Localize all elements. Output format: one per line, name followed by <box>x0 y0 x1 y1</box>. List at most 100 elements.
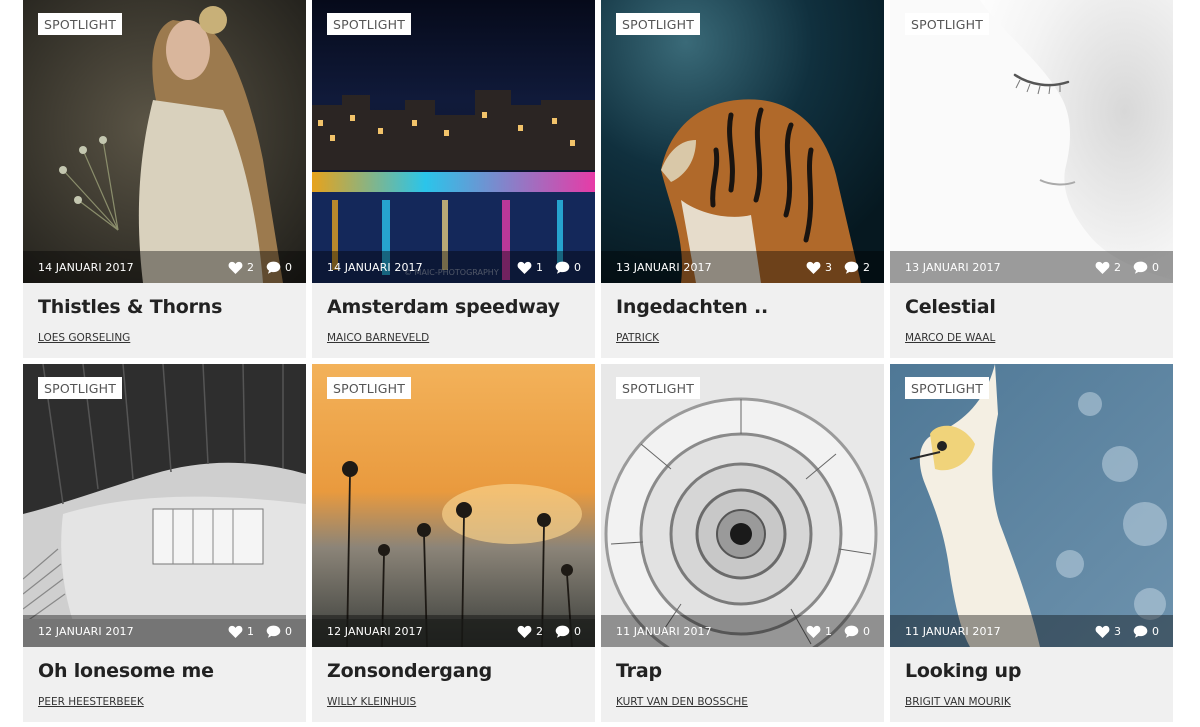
photo-thumbnail[interactable]: SPOTLIGHT 13 JANUARI 2017 3 2 <box>601 0 884 283</box>
photo-date: 12 JANUARI 2017 <box>327 624 423 638</box>
heart-icon <box>228 625 243 638</box>
spotlight-badge: SPOTLIGHT <box>38 377 123 399</box>
comment-bubble-icon <box>266 261 281 274</box>
photo-title[interactable]: Amsterdam speedway <box>327 296 560 318</box>
spotlight-badge: SPOTLIGHT <box>616 377 701 399</box>
like-count: 1 <box>247 624 254 638</box>
photo-thumbnail[interactable]: SPOTLIGHT 14 JANUARI 2017 2 0 <box>23 0 306 283</box>
photo-author-link[interactable]: WILLY KLEINHUIS <box>327 696 416 708</box>
spotlight-grid: SPOTLIGHT 14 JANUARI 2017 2 0 Thistles &… <box>23 0 1173 722</box>
photo-author-link[interactable]: PEER HEESTERBEEK <box>38 696 144 708</box>
comment-count: 0 <box>285 624 292 638</box>
photo-author-link[interactable]: MARCO DE WAAL <box>905 332 995 344</box>
like-count: 2 <box>536 624 543 638</box>
comment-count: 2 <box>863 260 870 274</box>
like-button[interactable]: 3 <box>806 261 832 274</box>
photo-author-link[interactable]: MAICO BARNEVELD <box>327 332 429 344</box>
photo-author-link[interactable]: KURT VAN DEN BOSSCHE <box>616 696 748 708</box>
comment-bubble-icon <box>844 261 859 274</box>
photo-date: 14 JANUARI 2017 <box>327 260 423 274</box>
comment-button[interactable]: 0 <box>555 261 581 274</box>
comment-bubble-icon <box>266 625 281 638</box>
heart-icon <box>517 625 532 638</box>
heart-icon <box>228 261 243 274</box>
spotlight-badge: SPOTLIGHT <box>905 13 990 35</box>
like-button[interactable]: 1 <box>517 261 543 274</box>
like-button[interactable]: 2 <box>517 625 543 638</box>
photo-card[interactable]: SPOTLIGHT 13 JANUARI 2017 3 2 Ingedachte… <box>601 0 884 358</box>
photo-card[interactable]: SPOTLIGHT 12 JANUARI 2017 1 0 Oh lonesom… <box>23 364 306 722</box>
photo-image <box>601 364 884 647</box>
photo-title[interactable]: Thistles & Thorns <box>38 296 222 318</box>
heart-icon <box>806 625 821 638</box>
like-count: 3 <box>1114 624 1121 638</box>
photo-image <box>312 0 595 283</box>
comment-button[interactable]: 0 <box>1133 625 1159 638</box>
like-button[interactable]: 3 <box>1095 625 1121 638</box>
like-count: 1 <box>536 260 543 274</box>
like-button[interactable]: 1 <box>228 625 254 638</box>
photo-thumbnail[interactable]: SPOTLIGHT 11 JANUARI 2017 3 0 <box>890 364 1173 647</box>
comment-button[interactable]: 0 <box>266 261 292 274</box>
photo-meta-bar: 11 JANUARI 2017 1 0 <box>601 615 884 647</box>
photo-author-link[interactable]: LOES GORSELING <box>38 332 130 344</box>
comment-button[interactable]: 0 <box>844 625 870 638</box>
photo-card[interactable]: SPOTLIGHT 14 JANUARI 2017 2 0 Thistles &… <box>23 0 306 358</box>
photo-card[interactable]: SPOTLIGHT 11 JANUARI 2017 1 0 Trap KURT … <box>601 364 884 722</box>
comment-count: 0 <box>574 624 581 638</box>
photo-thumbnail[interactable]: SPOTLIGHT 12 JANUARI 2017 2 0 <box>312 364 595 647</box>
photo-image <box>601 0 884 283</box>
comment-count: 0 <box>285 260 292 274</box>
photo-thumbnail[interactable]: SPOTLIGHT 12 JANUARI 2017 1 0 <box>23 364 306 647</box>
photo-meta-bar: 13 JANUARI 2017 2 0 <box>890 251 1173 283</box>
heart-icon <box>1095 625 1110 638</box>
photo-card[interactable]: SPOTLIGHT 13 JANUARI 2017 2 0 Celestial … <box>890 0 1173 358</box>
photo-date: 11 JANUARI 2017 <box>905 624 1001 638</box>
photo-author-link[interactable]: PATRICK <box>616 332 659 344</box>
like-count: 3 <box>825 260 832 274</box>
photo-date: 12 JANUARI 2017 <box>38 624 134 638</box>
photo-meta-bar: 11 JANUARI 2017 3 0 <box>890 615 1173 647</box>
comment-bubble-icon <box>555 625 570 638</box>
photo-date: 14 JANUARI 2017 <box>38 260 134 274</box>
comment-bubble-icon <box>555 261 570 274</box>
photo-thumbnail[interactable]: SPOTLIGHT 11 JANUARI 2017 1 0 <box>601 364 884 647</box>
photo-card[interactable]: © MAIC-PHOTOGRAPHY SPOTLIGHT 14 JANUARI … <box>312 0 595 358</box>
like-button[interactable]: 2 <box>228 261 254 274</box>
heart-icon <box>806 261 821 274</box>
photo-title[interactable]: Celestial <box>905 296 996 318</box>
photo-title[interactable]: Ingedachten .. <box>616 296 768 318</box>
photo-image <box>23 0 306 283</box>
photo-title[interactable]: Looking up <box>905 660 1021 682</box>
comment-count: 0 <box>863 624 870 638</box>
spotlight-badge: SPOTLIGHT <box>616 13 701 35</box>
comment-button[interactable]: 0 <box>555 625 581 638</box>
photo-date: 13 JANUARI 2017 <box>616 260 712 274</box>
like-count: 2 <box>247 260 254 274</box>
photo-title[interactable]: Zonsondergang <box>327 660 492 682</box>
photo-thumbnail[interactable]: © MAIC-PHOTOGRAPHY SPOTLIGHT 14 JANUARI … <box>312 0 595 283</box>
comment-bubble-icon <box>1133 625 1148 638</box>
comment-button[interactable]: 0 <box>1133 261 1159 274</box>
photo-meta-bar: 14 JANUARI 2017 2 0 <box>23 251 306 283</box>
photo-card[interactable]: SPOTLIGHT 12 JANUARI 2017 2 0 Zonsonderg… <box>312 364 595 722</box>
photo-meta-bar: 14 JANUARI 2017 1 0 <box>312 251 595 283</box>
photo-title[interactable]: Oh lonesome me <box>38 660 214 682</box>
spotlight-badge: SPOTLIGHT <box>38 13 123 35</box>
photo-card[interactable]: SPOTLIGHT 11 JANUARI 2017 3 0 Looking up… <box>890 364 1173 722</box>
photo-author-link[interactable]: BRIGIT VAN MOURIK <box>905 696 1011 708</box>
like-button[interactable]: 2 <box>1095 261 1121 274</box>
comment-button[interactable]: 2 <box>844 261 870 274</box>
photo-title[interactable]: Trap <box>616 660 662 682</box>
comment-bubble-icon <box>1133 261 1148 274</box>
comment-button[interactable]: 0 <box>266 625 292 638</box>
photo-date: 13 JANUARI 2017 <box>905 260 1001 274</box>
photo-date: 11 JANUARI 2017 <box>616 624 712 638</box>
comment-count: 0 <box>1152 260 1159 274</box>
photo-meta-bar: 12 JANUARI 2017 2 0 <box>312 615 595 647</box>
heart-icon <box>517 261 532 274</box>
photo-meta-bar: 13 JANUARI 2017 3 2 <box>601 251 884 283</box>
like-button[interactable]: 1 <box>806 625 832 638</box>
photo-thumbnail[interactable]: SPOTLIGHT 13 JANUARI 2017 2 0 <box>890 0 1173 283</box>
photo-image <box>890 364 1173 647</box>
